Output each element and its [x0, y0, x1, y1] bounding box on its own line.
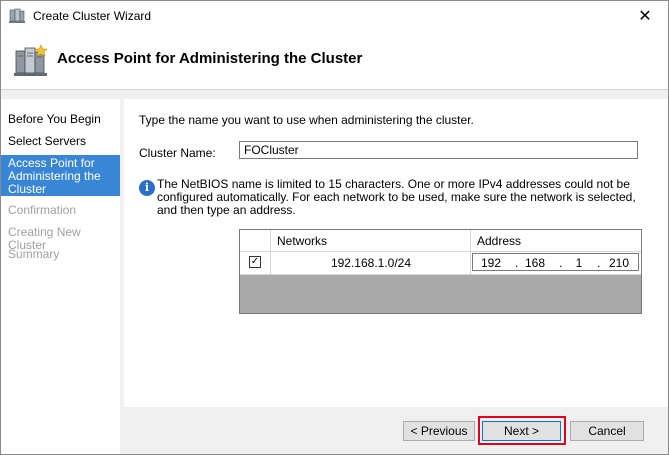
- previous-button[interactable]: < Previous: [403, 421, 475, 441]
- network-address-grid: Networks Address ✓ 192.168.1.0/24 192 .: [239, 229, 642, 314]
- grid-header-address[interactable]: Address: [471, 230, 641, 251]
- network-checkbox[interactable]: ✓: [249, 256, 261, 268]
- sidebar-item-label: Access Point for Administering the Clust…: [8, 156, 101, 196]
- ip-separator: .: [597, 256, 601, 270]
- sidebar-item-label: Confirmation: [8, 203, 77, 217]
- grid-header-check-cell: [240, 230, 271, 251]
- info-icon: i: [139, 180, 155, 196]
- ip-octet-3: 1: [575, 256, 583, 270]
- row-network-cell: 192.168.1.0/24: [271, 252, 471, 274]
- ip-octet-4: 210: [608, 256, 630, 270]
- wizard-app-icon: [9, 8, 25, 23]
- grid-header-networks[interactable]: Networks: [271, 230, 471, 251]
- wizard-header: Access Point for Administering the Clust…: [1, 31, 668, 90]
- wizard-window: Create Cluster Wizard ✕ Access Point for…: [0, 0, 669, 455]
- grid-header-row: Networks Address: [240, 230, 641, 252]
- ip-separator: .: [559, 256, 563, 270]
- sidebar-item-select-servers[interactable]: Select Servers: [1, 135, 120, 148]
- intro-text: Type the name you want to use when admin…: [139, 113, 474, 127]
- column-header-address: Address: [477, 234, 522, 248]
- ip-octet-2: 168: [524, 256, 546, 270]
- table-row: ✓ 192.168.1.0/24 192 . 168 . 1 . 210: [240, 252, 641, 275]
- title-bar[interactable]: Create Cluster Wizard ✕: [1, 1, 668, 31]
- row-check-cell: ✓: [240, 252, 271, 274]
- sidebar-item-summary: Summary: [1, 248, 120, 261]
- sidebar-item-label: Select Servers: [8, 134, 87, 148]
- sidebar-item-confirmation: Confirmation: [1, 204, 120, 217]
- cluster-name-label: Cluster Name:: [139, 146, 216, 160]
- close-button[interactable]: ✕: [622, 1, 668, 31]
- sidebar-item-label: Summary: [8, 247, 60, 261]
- info-message: The NetBIOS name is limited to 15 charac…: [157, 177, 636, 217]
- close-icon: ✕: [638, 8, 652, 25]
- column-header-networks: Networks: [277, 234, 328, 248]
- cancel-button[interactable]: Cancel: [570, 421, 644, 441]
- cluster-servers-icon: [14, 44, 48, 76]
- network-value: 192.168.1.0/24: [330, 256, 412, 270]
- sidebar-item-access-point[interactable]: Access Point for Administering the Clust…: [1, 155, 120, 196]
- next-button-highlight-frame: [478, 416, 566, 445]
- ip-separator: .: [515, 256, 519, 270]
- sidebar-item-label: Before You Begin: [8, 112, 101, 126]
- page-title: Access Point for Administering the Clust…: [57, 50, 363, 67]
- cluster-name-input[interactable]: [239, 141, 638, 159]
- wizard-steps-sidebar: Before You Begin Select Servers Access P…: [1, 99, 120, 454]
- row-address-cell: 192 . 168 . 1 . 210: [471, 252, 641, 274]
- sidebar-item-before-you-begin[interactable]: Before You Begin: [1, 113, 120, 126]
- wizard-content-panel: Type the name you want to use when admin…: [124, 99, 668, 407]
- ip-octet-1: 192: [480, 256, 502, 270]
- window-title: Create Cluster Wizard: [33, 9, 152, 23]
- ip-address-input[interactable]: 192 . 168 . 1 . 210: [472, 253, 639, 271]
